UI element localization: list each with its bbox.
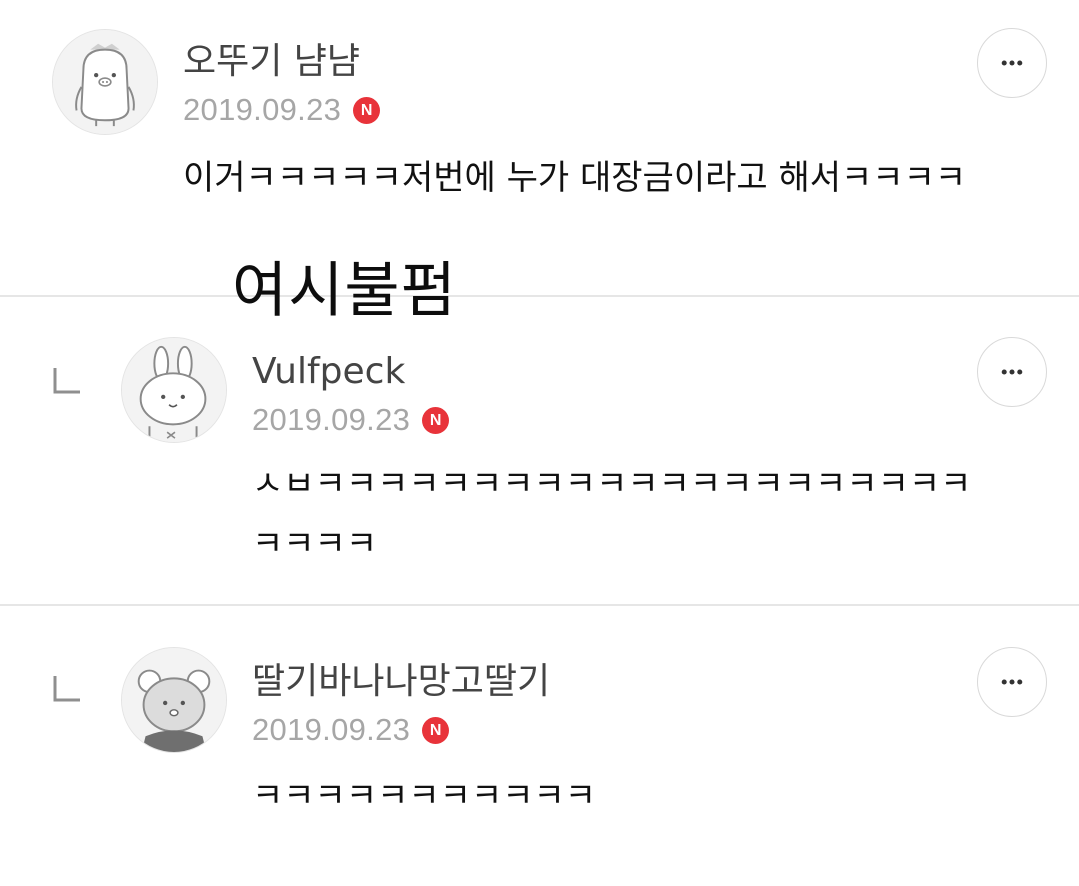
comment-text: ㅋㅋㅋㅋㅋㅋㅋㅋㅋㅋㅋ xyxy=(252,776,597,816)
more-options-button[interactable] xyxy=(977,647,1047,717)
watermark-text: 여시불펌 xyxy=(232,256,457,326)
new-badge-icon: N xyxy=(422,716,450,744)
comment-date-row: 2019.09.23 N xyxy=(183,90,381,130)
new-badge-icon: N xyxy=(422,406,450,434)
more-options-button[interactable] xyxy=(977,28,1047,98)
reply-arrow-icon xyxy=(53,368,80,394)
new-badge-icon: N xyxy=(353,96,381,124)
comment-date: 2019.09.23 xyxy=(252,712,411,747)
comment-date: 2019.09.23 xyxy=(183,92,342,127)
comment-author[interactable]: 오뚜기 냠냠 xyxy=(183,42,360,82)
comment-item: 오뚜기 냠냠 2019.09.23 N 이거ㅋㅋㅋㅋㅋ저번에 누가 대장금이라고… xyxy=(0,0,1079,296)
reply-comment-item: 딸기바나나망고딸기 2019.09.23 N ㅋㅋㅋㅋㅋㅋㅋㅋㅋㅋㅋ xyxy=(0,606,1079,886)
comment-text: ㅅㅂㅋㅋㅋㅋㅋㅋㅋㅋㅋㅋㅋㅋㅋㅋㅋㅋㅋㅋㅋㅋㅋㅋㅋㅋㅋ xyxy=(252,464,972,564)
comment-date-row: 2019.09.23 N xyxy=(252,710,450,750)
comment-text: 이거ㅋㅋㅋㅋㅋ저번에 누가 대장금이라고 해서ㅋㅋㅋㅋ xyxy=(183,158,967,198)
comment-author[interactable]: Vulfpeck xyxy=(252,352,405,392)
penguin-avatar-icon[interactable] xyxy=(52,29,158,135)
comment-date: 2019.09.23 xyxy=(252,402,411,437)
reply-comment-item: Vulfpeck 2019.09.23 N ㅅㅂㅋㅋㅋㅋㅋㅋㅋㅋㅋㅋㅋㅋㅋㅋㅋㅋ… xyxy=(0,296,1079,606)
comment-author[interactable]: 딸기바나나망고딸기 xyxy=(252,662,550,702)
more-options-icon xyxy=(1001,369,1023,375)
more-options-icon xyxy=(1001,60,1023,66)
reply-arrow-icon xyxy=(53,676,80,702)
more-options-icon xyxy=(1001,679,1023,685)
rabbit-avatar-icon[interactable] xyxy=(121,337,227,443)
bear-avatar-icon[interactable] xyxy=(121,647,227,753)
comment-date-row: 2019.09.23 N xyxy=(252,400,450,440)
more-options-button[interactable] xyxy=(977,337,1047,407)
